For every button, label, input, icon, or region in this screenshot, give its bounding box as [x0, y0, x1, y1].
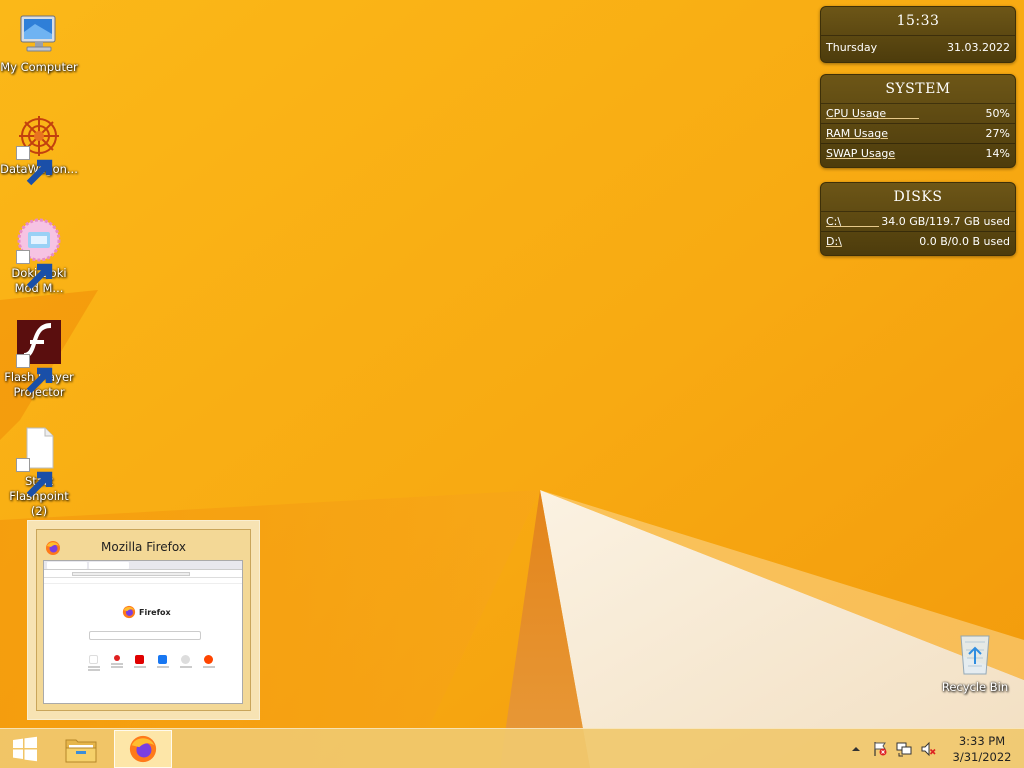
volume-muted-icon [921, 741, 936, 757]
gadget-row-disk-d: D:\ 0.0 B/0.0 B used [821, 231, 1015, 251]
gadget-row-value: 27% [985, 127, 1010, 140]
desktop-icon-start-flashpoint[interactable]: Start Flashpoint (2) [0, 424, 78, 519]
preview-firefox-logo: Firefox [122, 605, 171, 619]
preview-window-thumbnail[interactable]: Firefox [43, 560, 243, 704]
action-center-flag-icon [874, 742, 887, 756]
action-center-button[interactable] [868, 729, 892, 768]
shortcut-arrow-icon [16, 250, 53, 290]
gadget-clock-day: Thursday [826, 41, 878, 54]
preview-search-box [89, 631, 201, 640]
taskbar-clock[interactable]: 3:33 PM 3/31/2022 [940, 733, 1024, 765]
disk-d-usage-bar [826, 246, 841, 247]
gadget-system-title: SYSTEM [885, 81, 951, 97]
gadget-row-disk-c: C:\ 34.0 GB/119.7 GB used [821, 211, 1015, 231]
desktop-icon-datawagon[interactable]: DataWagon... [0, 112, 78, 186]
desktop-icon-label: My Computer [0, 60, 78, 74]
swap-usage-bar [826, 158, 852, 159]
preview-brand-text: Firefox [139, 607, 171, 617]
desktop-icon-recycle-bin[interactable]: Recycle Bin [936, 630, 1014, 695]
folder-icon [65, 739, 97, 763]
volume-button[interactable] [916, 729, 940, 768]
gadget-row-value: 14% [985, 147, 1010, 160]
show-hidden-icons-button[interactable] [844, 729, 868, 768]
preview-window-title: Mozilla Firefox [101, 540, 186, 554]
desktop-icon-flash-player[interactable]: Flash Player Projector [0, 320, 78, 400]
gadget-row-cpu: CPU Usage 50% [821, 103, 1015, 123]
desktop-icon-doki-doki[interactable]: Doki Doki Mod M... [0, 216, 78, 296]
taskbar-date: 3/31/2022 [952, 750, 1012, 764]
ram-usage-bar [826, 138, 876, 139]
cpu-usage-bar [826, 118, 919, 119]
gadget-row-value: 0.0 B/0.0 B used [919, 235, 1010, 248]
shortcut-arrow-icon [16, 354, 53, 394]
preview-top-sites [82, 655, 220, 671]
taskbar-thumbnail-preview[interactable]: Mozilla Firefox Firefox [27, 520, 260, 720]
disks-gadget[interactable]: DISKS C:\ 34.0 GB/119.7 GB used D:\ 0.0 … [820, 182, 1016, 256]
gadget-clock-date: 31.03.2022 [947, 41, 1010, 54]
recycle-bin-icon [960, 635, 990, 675]
gadget-disks-title: DISKS [893, 189, 943, 205]
windows-logo-icon [13, 736, 37, 762]
shortcut-arrow-icon [16, 146, 53, 186]
taskbar-file-explorer[interactable] [57, 729, 105, 768]
taskbar-time: 3:33 PM [958, 734, 1006, 748]
disk-c-usage-bar [826, 226, 879, 227]
gadget-row-value: 50% [985, 107, 1010, 120]
start-button[interactable] [0, 729, 50, 768]
gadget-row-ram: RAM Usage 27% [821, 123, 1015, 143]
gadget-row-swap: SWAP Usage 14% [821, 143, 1015, 163]
desktop-icon-label: Recycle Bin [941, 680, 1009, 694]
desktop-icon-my-computer[interactable]: My Computer [0, 10, 78, 75]
chevron-up-icon [852, 747, 860, 751]
computer-icon [20, 15, 56, 52]
system-gadget[interactable]: SYSTEM CPU Usage 50% RAM Usage 27% SWAP … [820, 74, 1016, 168]
network-button[interactable] [892, 729, 916, 768]
gadget-row-value: 34.0 GB/119.7 GB used [881, 215, 1010, 228]
shortcut-arrow-icon [16, 458, 53, 498]
system-tray: 3:33 PM 3/31/2022 [844, 729, 1024, 768]
firefox-icon [129, 735, 157, 763]
taskbar: 3:33 PM 3/31/2022 [0, 728, 1024, 768]
firefox-icon [122, 605, 136, 619]
network-icon [896, 742, 912, 757]
gadget-clock-time: 15:33 [896, 13, 940, 29]
clock-gadget[interactable]: 15:33 Thursday 31.03.2022 [820, 6, 1016, 63]
taskbar-firefox[interactable] [114, 730, 172, 768]
